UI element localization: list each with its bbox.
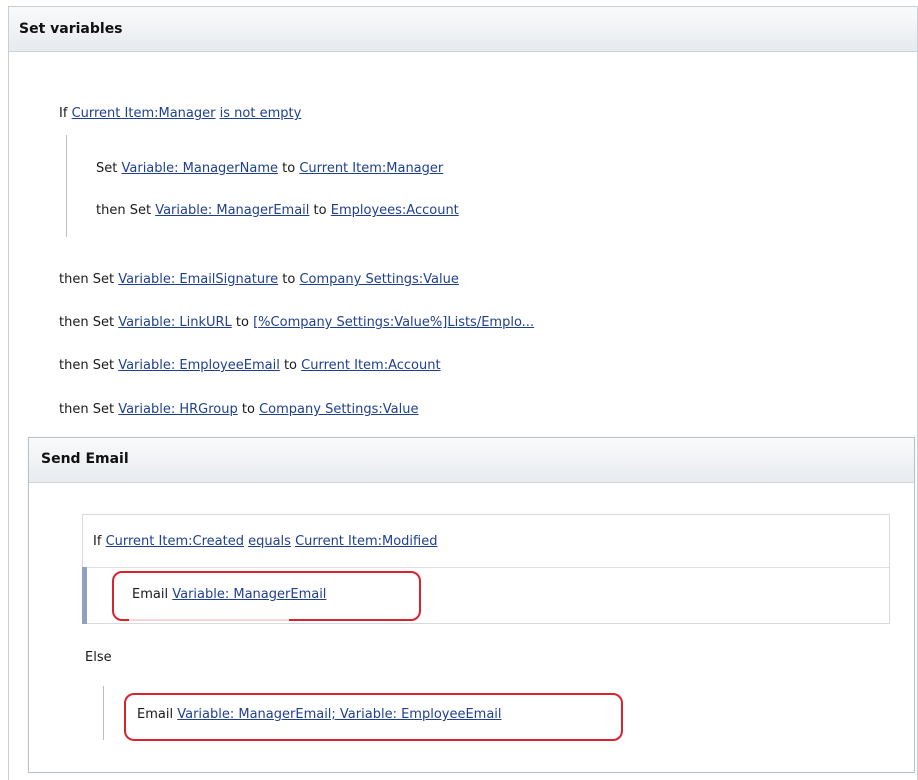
action-set-manager-email: then Set Variable: ManagerEmail to Emplo…	[96, 202, 459, 220]
action-set-hr-group: then Set Variable: HRGroup to Company Se…	[59, 401, 418, 419]
condition-accent-bar	[82, 567, 87, 624]
variable-link[interactable]: Variable: ManagerName	[122, 161, 278, 176]
set-variables-title: Set variables	[19, 21, 123, 37]
else-email-highlight	[124, 693, 623, 741]
to-keyword: to	[235, 315, 249, 330]
else-branch-indent-bar	[103, 686, 104, 740]
to-keyword: to	[241, 402, 255, 417]
to-keyword: to	[282, 161, 296, 176]
value-link[interactable]: [%Company Settings:Value%]Lists/Emplo...	[253, 315, 534, 330]
condition-field-link[interactable]: Current Item:Manager	[72, 106, 216, 121]
condition-operator-link[interactable]: is not empty	[220, 106, 302, 121]
then-email-highlight	[112, 571, 421, 621]
value-link[interactable]: Current Item:Manager	[299, 161, 443, 176]
to-keyword: to	[313, 203, 327, 218]
if-created-condition: If Current Item:Created equals Current I…	[93, 533, 437, 551]
condition-left-link[interactable]: Current Item:Created	[106, 534, 244, 549]
to-keyword: to	[282, 272, 296, 287]
action-set-link-url: then Set Variable: LinkURL to [%Company …	[59, 314, 534, 332]
send-email-title: Send Email	[41, 451, 129, 467]
variable-link[interactable]: Variable: HRGroup	[118, 402, 238, 417]
if-branch-indent-bar	[66, 135, 67, 237]
value-link[interactable]: Current Item:Account	[301, 358, 440, 373]
value-link[interactable]: Company Settings:Value	[299, 272, 458, 287]
variable-link[interactable]: Variable: EmployeeEmail	[118, 358, 280, 373]
action-prefix: then Set	[59, 272, 115, 287]
condition-divider	[83, 567, 889, 568]
value-link[interactable]: Company Settings:Value	[259, 402, 418, 417]
condition-operator-link[interactable]: equals	[248, 534, 291, 549]
action-prefix: then Set	[96, 203, 152, 218]
action-prefix: then Set	[59, 402, 115, 417]
if-manager-condition: If Current Item:Manager is not empty	[59, 105, 301, 123]
condition-right-link[interactable]: Current Item:Modified	[295, 534, 437, 549]
if-keyword: If	[59, 106, 68, 121]
value-link[interactable]: Employees:Account	[331, 203, 459, 218]
action-prefix: then Set	[59, 315, 115, 330]
variable-link[interactable]: Variable: EmailSignature	[118, 272, 278, 287]
set-variables-header[interactable]: Set variables	[9, 7, 917, 52]
action-set-email-signature: then Set Variable: EmailSignature to Com…	[59, 271, 459, 289]
action-prefix: Set	[96, 161, 118, 176]
action-prefix: then Set	[59, 358, 115, 373]
variable-link[interactable]: Variable: ManagerEmail	[155, 203, 309, 218]
action-set-manager-name: Set Variable: ManagerName to Current Ite…	[96, 160, 443, 178]
if-keyword: If	[93, 534, 102, 549]
else-label: Else	[85, 650, 112, 665]
send-email-header[interactable]: Send Email	[29, 438, 914, 483]
to-keyword: to	[283, 358, 298, 373]
highlight-shadow	[129, 619, 289, 621]
variable-link[interactable]: Variable: LinkURL	[118, 315, 232, 330]
action-set-employee-email: then Set Variable: EmployeeEmail to Curr…	[59, 357, 441, 375]
send-email-step: Send Email If Current Item:Created equal…	[28, 437, 915, 773]
